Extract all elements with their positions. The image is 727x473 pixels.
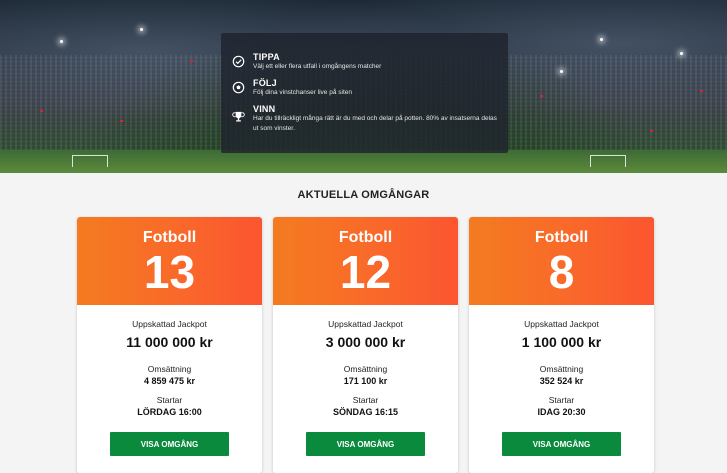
card-header: Fotboll 13 <box>77 217 262 305</box>
stadium-light <box>680 52 683 55</box>
round-card-12: Fotboll 12 Uppskattad Jackpot 3 000 000 … <box>273 217 458 473</box>
stadium-light <box>600 38 603 41</box>
info-title: VINN <box>253 104 276 114</box>
turnover-value: 4 859 475 kr <box>143 376 196 386</box>
start-value: SÖNDAG 16:15 <box>332 407 399 417</box>
show-round-button[interactable]: VISA OMGÅNG <box>502 432 621 456</box>
jackpot-value: 11 000 000 kr <box>126 334 213 350</box>
info-title: TIPPA <box>253 52 280 62</box>
jackpot-label: Uppskattad Jackpot <box>132 319 207 329</box>
goal-left <box>72 155 108 167</box>
card-sport: Fotboll <box>142 229 197 246</box>
jackpot-label: Uppskattad Jackpot <box>524 319 599 329</box>
soccer-ball-icon <box>231 80 245 94</box>
card-header: Fotboll 12 <box>273 217 458 305</box>
start-label: Startar <box>352 395 379 405</box>
section-title: AKTUELLA OMGÅNGAR <box>297 189 430 201</box>
start-label: Startar <box>548 395 575 405</box>
card-round-number: 13 <box>143 246 196 298</box>
jackpot-label: Uppskattad Jackpot <box>328 319 403 329</box>
turnover-label: Omsättning <box>343 364 388 374</box>
jackpot-value: 1 100 000 kr <box>521 334 602 350</box>
confetti <box>540 95 543 97</box>
start-value: IDAG 20:30 <box>537 407 586 417</box>
hero-banner: TIPPA Välj ett eller flera utfall i omgå… <box>0 0 727 173</box>
confetti <box>700 90 703 92</box>
confetti <box>120 120 123 122</box>
show-round-button[interactable]: VISA OMGÅNG <box>110 432 229 456</box>
jackpot-value: 3 000 000 kr <box>325 334 406 350</box>
card-sport: Fotboll <box>338 229 393 246</box>
card-header: Fotboll 8 <box>469 217 654 305</box>
turnover-label: Omsättning <box>147 364 192 374</box>
start-label: Startar <box>156 395 183 405</box>
confetti <box>190 60 193 62</box>
info-title: FÖLJ <box>253 78 277 88</box>
round-card-13: Fotboll 13 Uppskattad Jackpot 11 000 000… <box>77 217 262 473</box>
trophy-icon <box>231 109 245 123</box>
check-circle-icon <box>231 54 245 68</box>
turnover-value: 352 524 kr <box>539 376 584 386</box>
goal-right <box>590 155 626 167</box>
stadium-light <box>60 40 63 43</box>
stadium-light <box>560 70 563 73</box>
round-card-8: Fotboll 8 Uppskattad Jackpot 1 100 000 k… <box>469 217 654 473</box>
info-text: Har du tillräckligt många rätt är du med… <box>253 115 497 132</box>
confetti <box>40 110 43 112</box>
card-sport: Fotboll <box>534 229 589 246</box>
info-text: Följ dina vinstchanser live på siten <box>253 89 352 96</box>
stadium-light <box>140 28 143 31</box>
how-it-works-box: TIPPA Välj ett eller flera utfall i omgå… <box>221 33 508 153</box>
confetti <box>650 130 653 132</box>
show-round-button[interactable]: VISA OMGÅNG <box>306 432 425 456</box>
turnover-label: Omsättning <box>539 364 584 374</box>
card-round-number: 8 <box>548 246 575 298</box>
card-round-number: 12 <box>339 246 392 298</box>
start-value: LÖRDAG 16:00 <box>137 407 202 417</box>
info-text: Välj ett eller flera utfall i omgångens … <box>253 63 382 70</box>
turnover-value: 171 100 kr <box>343 376 388 386</box>
